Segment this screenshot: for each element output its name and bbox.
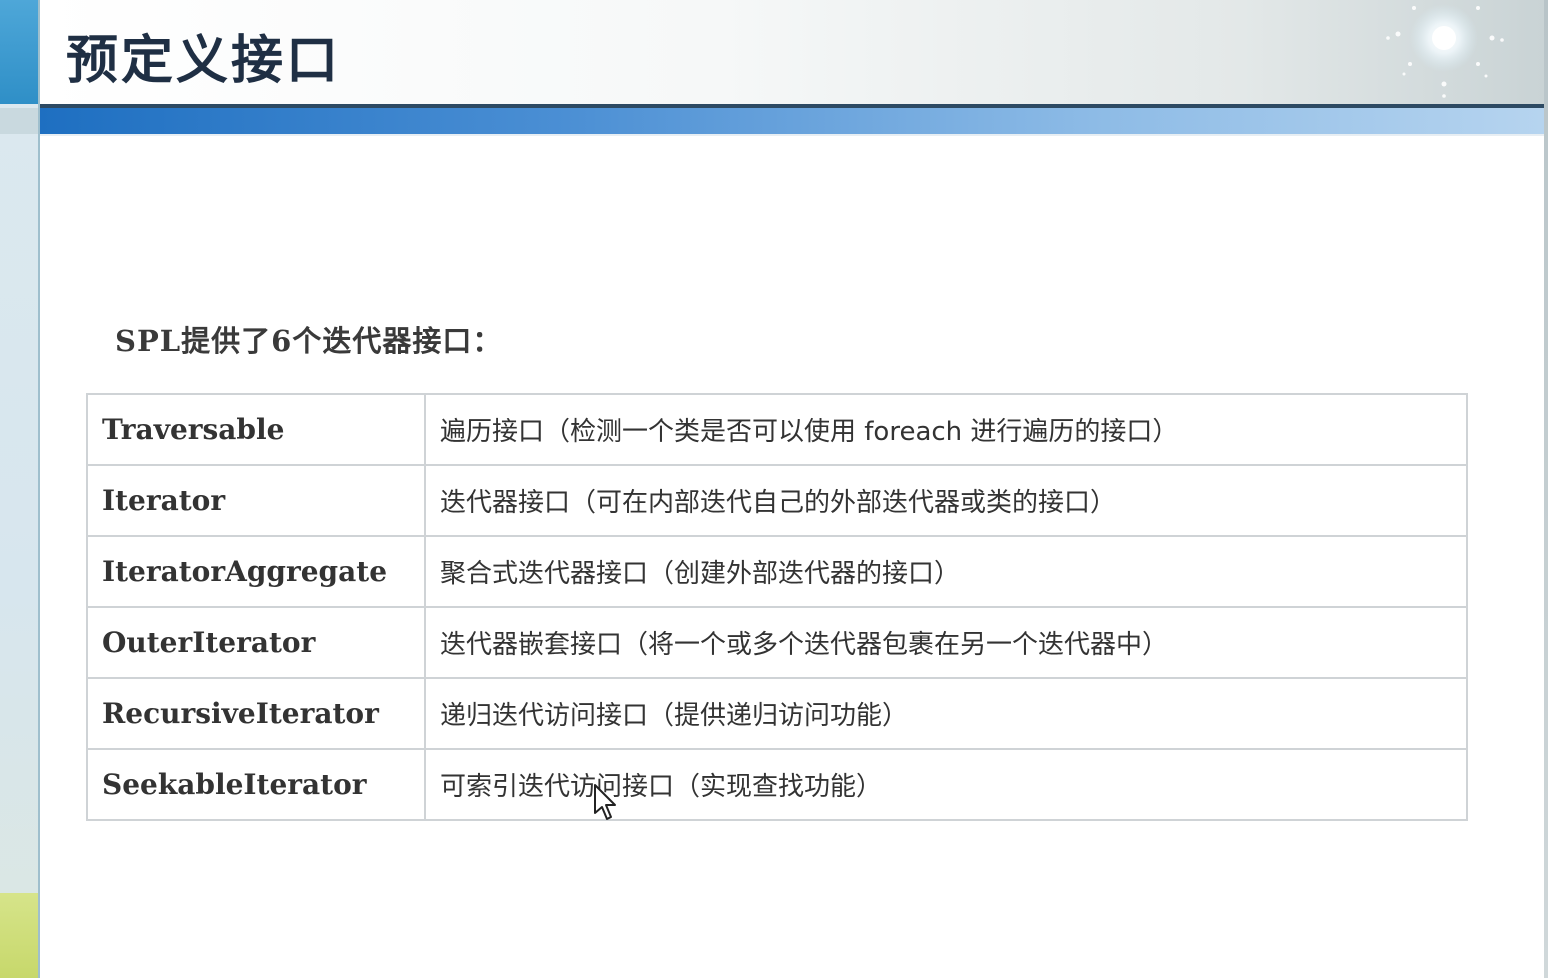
mouse-cursor-icon (594, 784, 616, 820)
table-row: Iterator 迭代器接口（可在内部迭代自己的外部迭代器或类的接口） (86, 464, 1468, 537)
interface-name: Iterator (86, 464, 426, 537)
table-row: IteratorAggregate 聚合式迭代器接口（创建外部迭代器的接口） (86, 535, 1468, 608)
table-row: OuterIterator 迭代器嵌套接口（将一个或多个迭代器包裹在另一个迭代器… (86, 606, 1468, 679)
table-row: SeekableIterator 可索引迭代访问接口（实现查找功能） (86, 748, 1468, 821)
interface-name: Traversable (86, 393, 426, 466)
interface-name: IteratorAggregate (86, 535, 426, 608)
accent-band-shadow (40, 134, 1544, 136)
interface-description: 可索引迭代访问接口（实现查找功能） (424, 748, 1468, 821)
interface-description: 迭代器嵌套接口（将一个或多个迭代器包裹在另一个迭代器中） (424, 606, 1468, 679)
sparkle-icon (1386, 4, 1504, 98)
left-strip-top-block (0, 0, 38, 104)
interface-description: 迭代器接口（可在内部迭代自己的外部迭代器或类的接口） (424, 464, 1468, 537)
interface-description: 聚合式迭代器接口（创建外部迭代器的接口） (424, 535, 1468, 608)
left-decorative-strip (0, 0, 38, 978)
slide-header: 预定义接口 (40, 0, 1544, 104)
left-strip-band-block (0, 108, 38, 134)
left-strip-bottom-block (0, 893, 38, 978)
table-row: RecursiveIterator 递归迭代访问接口（提供递归访问功能） (86, 677, 1468, 750)
interface-name: OuterIterator (86, 606, 426, 679)
left-border-line (38, 0, 40, 978)
interface-description: 遍历接口（检测一个类是否可以使用 foreach 进行遍历的接口） (424, 393, 1468, 466)
table-row: Traversable 遍历接口（检测一个类是否可以使用 foreach 进行遍… (86, 393, 1468, 466)
interface-name: RecursiveIterator (86, 677, 426, 750)
right-border-line (1544, 0, 1548, 978)
interface-name: SeekableIterator (86, 748, 426, 821)
intro-text: SPL提供了6个迭代器接口： (115, 324, 503, 358)
iterator-interface-table: Traversable 遍历接口（检测一个类是否可以使用 foreach 进行遍… (86, 393, 1468, 821)
interface-description: 递归迭代访问接口（提供递归访问功能） (424, 677, 1468, 750)
slide-title: 预定义接口 (66, 30, 342, 91)
accent-band (40, 108, 1544, 134)
